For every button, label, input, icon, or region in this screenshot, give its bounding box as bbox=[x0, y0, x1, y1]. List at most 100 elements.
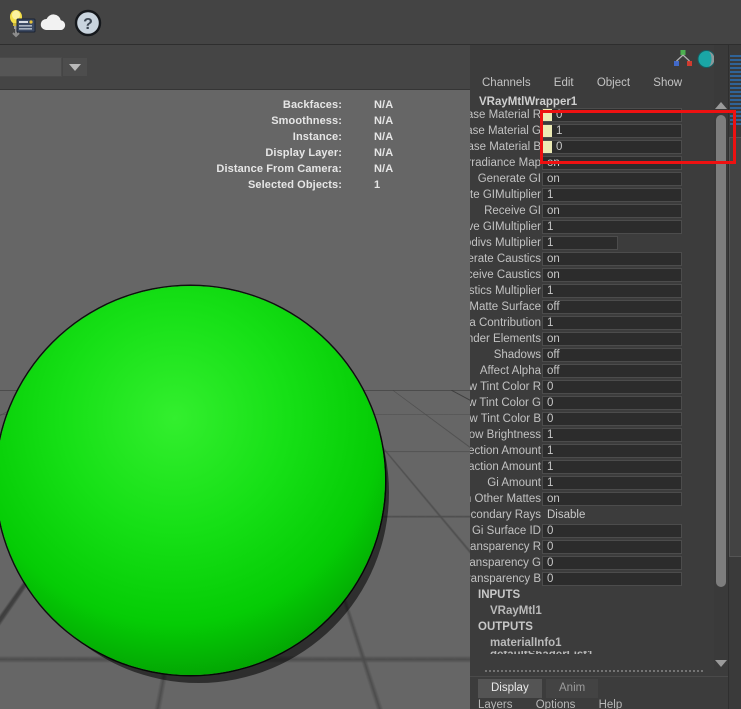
attribute-row[interactable]: Generate GIMultiplier1 bbox=[470, 187, 711, 203]
attribute-value-field[interactable]: on bbox=[542, 204, 682, 218]
hud-row: Backfaces: N/A bbox=[236, 97, 462, 113]
attribute-list-scrollbar[interactable] bbox=[714, 45, 728, 670]
attribute-value-field[interactable]: 1 bbox=[542, 220, 682, 234]
attribute-row[interactable]: Generate GI on bbox=[470, 171, 711, 187]
attribute-row[interactable]: Use Irradiance Mapon bbox=[470, 155, 711, 171]
attribute-value-field[interactable]: off bbox=[542, 300, 682, 314]
attribute-value-field[interactable]: 0 bbox=[542, 140, 682, 154]
viewport-toolbar bbox=[0, 45, 470, 90]
viewport-hud: Backfaces: N/A Smoothness: N/A Instance:… bbox=[236, 97, 462, 193]
attribute-row[interactable]: Reflection Amount1 bbox=[470, 443, 711, 459]
attribute-value-field[interactable]: 1 bbox=[542, 460, 682, 474]
attribute-value-field[interactable]: 0 bbox=[542, 524, 682, 538]
menu-help[interactable]: Help bbox=[599, 699, 623, 709]
node-hierarchy-icon[interactable] bbox=[673, 49, 694, 69]
attribute-value-field[interactable]: on bbox=[542, 268, 682, 282]
attribute-row[interactable]: Caustics Multiplier1 bbox=[470, 283, 711, 299]
menu-layers[interactable]: Layers bbox=[478, 699, 513, 709]
scrollbar-thumb[interactable] bbox=[716, 115, 726, 587]
hud-row: Smoothness: N/A bbox=[236, 113, 462, 129]
hud-label: Instance: bbox=[293, 129, 342, 145]
attribute-row[interactable]: Out Transparency R0 bbox=[470, 539, 711, 555]
attribute-row[interactable]: Receive GIMultiplier1 bbox=[470, 219, 711, 235]
attribute-value-field[interactable]: 0 bbox=[542, 396, 682, 410]
scroll-down-arrow-icon[interactable] bbox=[714, 657, 728, 670]
attribute-row[interactable]: Shadows off bbox=[470, 347, 711, 363]
attribute-row[interactable]: Shadow Brightness1 bbox=[470, 427, 711, 443]
attribute-value-field[interactable]: Disable bbox=[542, 508, 682, 522]
cloud-icon[interactable] bbox=[38, 7, 70, 39]
hypershade-icon[interactable] bbox=[6, 7, 38, 39]
attribute-value-field[interactable]: 0 bbox=[542, 380, 682, 394]
hud-label: Backfaces: bbox=[283, 97, 342, 113]
viewport-panel: Backfaces: N/A Smoothness: N/A Instance:… bbox=[0, 45, 470, 709]
attribute-row[interactable]: Matte Surface off bbox=[470, 299, 711, 315]
attribute-row[interactable]: Out Transparency G0 bbox=[470, 555, 711, 571]
attribute-list[interactable]: Base Material R0Base Material G1Base Mat… bbox=[470, 107, 711, 654]
section-item[interactable]: defaultShaderList1 bbox=[470, 651, 711, 654]
attribute-row[interactable]: Base Material R0 bbox=[470, 107, 711, 123]
attribute-row[interactable]: Shadow Tint Color G0 bbox=[470, 395, 711, 411]
attribute-value-field[interactable]: 1 bbox=[542, 316, 682, 330]
attribute-row[interactable]: Out Transparency B0 bbox=[470, 571, 711, 587]
sphere-object[interactable] bbox=[0, 286, 385, 675]
attribute-value-field[interactable]: on bbox=[542, 332, 682, 346]
attribute-row[interactable]: Gi Amount 1 bbox=[470, 475, 711, 491]
menu-edit[interactable]: Edit bbox=[554, 73, 574, 94]
attribute-value-field[interactable]: 1 bbox=[542, 236, 618, 250]
tab-display[interactable]: Display bbox=[478, 679, 542, 698]
hud-value: N/A bbox=[374, 113, 393, 129]
attribute-row[interactable]: Refraction Amount1 bbox=[470, 459, 711, 475]
attribute-row[interactable]: Matte For Secondary RaysDisable bbox=[470, 507, 711, 523]
attribute-value-field[interactable]: 0 bbox=[542, 572, 682, 586]
search-input[interactable] bbox=[0, 57, 62, 77]
attribute-value-field[interactable]: on bbox=[542, 172, 682, 186]
menu-object[interactable]: Object bbox=[597, 73, 630, 94]
tab-anim[interactable]: Anim bbox=[546, 679, 598, 698]
attribute-row[interactable]: Base Material B0 bbox=[470, 139, 711, 155]
attribute-value-field[interactable]: on bbox=[542, 492, 682, 506]
attribute-row[interactable]: Generate Render Elementson bbox=[470, 331, 711, 347]
hud-value: N/A bbox=[374, 97, 393, 113]
help-icon[interactable]: ? bbox=[72, 7, 104, 39]
menu-show[interactable]: Show bbox=[653, 73, 682, 94]
hud-label: Smoothness: bbox=[271, 113, 342, 129]
attribute-value-field[interactable]: 1 bbox=[542, 188, 682, 202]
panel-splitter-handle[interactable] bbox=[484, 669, 704, 674]
attribute-value-field[interactable]: 1 bbox=[542, 124, 682, 138]
scroll-up-arrow-icon[interactable] bbox=[714, 99, 728, 112]
attribute-row[interactable]: Gi Surface ID 0 bbox=[470, 523, 711, 539]
attribute-row[interactable]: Base Material G1 bbox=[470, 123, 711, 139]
attribute-value-field[interactable]: 1 bbox=[542, 284, 682, 298]
search-dropdown-button[interactable] bbox=[62, 57, 88, 77]
attribute-value-field[interactable]: 1 bbox=[542, 444, 682, 458]
attribute-row[interactable]: No GIOn Other Matteson bbox=[470, 491, 711, 507]
attribute-value-field[interactable]: 1 bbox=[542, 428, 682, 442]
attribute-value-field[interactable]: on bbox=[542, 252, 682, 266]
menu-channels[interactable]: Channels bbox=[482, 73, 531, 94]
menu-options[interactable]: Options bbox=[536, 699, 576, 709]
hud-value: N/A bbox=[374, 145, 393, 161]
attribute-value-field[interactable]: 0 bbox=[542, 412, 682, 426]
hud-label: Display Layer: bbox=[265, 145, 342, 161]
attribute-row[interactable]: Affect Alpha off bbox=[470, 363, 711, 379]
attribute-value-field[interactable]: 0 bbox=[542, 108, 682, 122]
attribute-row[interactable]: Gi Subdivs Multiplier1 bbox=[470, 235, 711, 251]
right-edge-panel[interactable] bbox=[728, 45, 741, 709]
attribute-value-field[interactable]: off bbox=[542, 364, 682, 378]
hud-row: Distance From Camera: N/A bbox=[236, 161, 462, 177]
attribute-row[interactable]: Receive Causticson bbox=[470, 267, 711, 283]
attribute-row[interactable]: Shadow Tint Color B0 bbox=[470, 411, 711, 427]
section-item[interactable]: VRayMtl1 bbox=[470, 603, 711, 619]
hud-label: Selected Objects: bbox=[248, 177, 342, 193]
attribute-value-field[interactable]: off bbox=[542, 348, 682, 362]
attribute-value-field[interactable]: 0 bbox=[542, 540, 682, 554]
attribute-value-field[interactable]: 0 bbox=[542, 556, 682, 570]
attribute-row[interactable]: Shadow Tint Color R0 bbox=[470, 379, 711, 395]
attribute-row[interactable]: Generate Causticson bbox=[470, 251, 711, 267]
section-item[interactable]: materialInfo1 bbox=[470, 635, 711, 651]
attribute-value-field[interactable]: on bbox=[542, 156, 682, 170]
attribute-row[interactable]: Receive GI on bbox=[470, 203, 711, 219]
attribute-value-field[interactable]: 1 bbox=[542, 476, 682, 490]
attribute-row[interactable]: Alpha Contribution1 bbox=[470, 315, 711, 331]
